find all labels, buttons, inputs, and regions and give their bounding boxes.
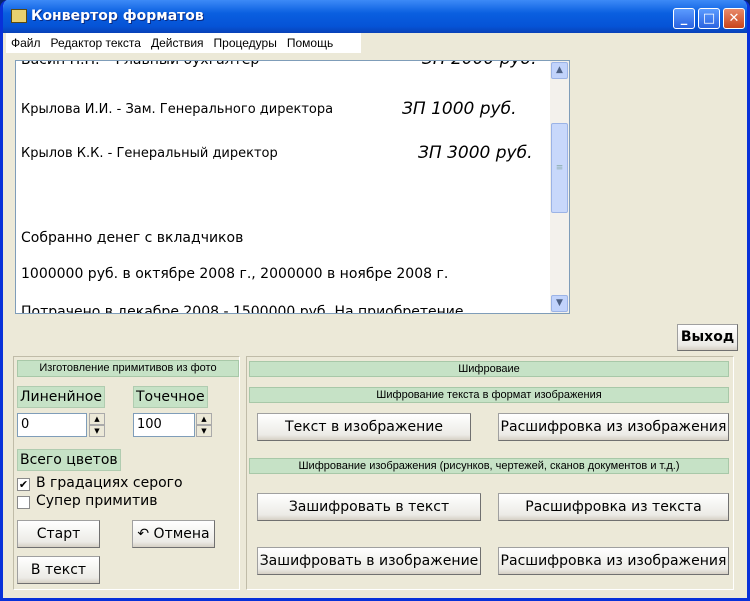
- menu-procedures[interactable]: Процедуры: [209, 36, 282, 50]
- linear-input[interactable]: 0: [17, 413, 87, 437]
- doc-salary: ЗП 2000 руб.: [422, 61, 537, 69]
- exit-button[interactable]: Выход: [677, 324, 738, 351]
- linear-label: Линенйное: [17, 386, 105, 408]
- encryption-header: Шифроваие: [249, 361, 729, 377]
- document-view[interactable]: Васин Н.Н. – Главный бухгалтер ЗП 2000 р…: [15, 60, 570, 314]
- spin-down-icon[interactable]: ▼: [89, 425, 105, 437]
- doc-line: Крылова И.И. - Зам. Генерального директо…: [21, 102, 334, 117]
- text-to-image-button[interactable]: Текст в изображение: [257, 413, 471, 441]
- encode-to-image-button[interactable]: Зашифровать в изображение: [257, 547, 481, 575]
- text-encryption-header: Шифрование текста в формат изображения: [249, 387, 729, 403]
- super-primitive-label: Супер примитив: [36, 493, 158, 509]
- decode-from-text-button[interactable]: Расшифровка из текста: [498, 493, 729, 521]
- point-spinner[interactable]: ▲ ▼: [196, 413, 212, 437]
- menu-file[interactable]: Файл: [6, 36, 46, 50]
- decode-from-image-button[interactable]: Расшифровка из изображения: [498, 413, 729, 441]
- vertical-scrollbar[interactable]: ▲ ≡ ▼: [550, 61, 569, 313]
- app-icon: [11, 9, 27, 23]
- doc-line: Васин Н.Н. – Главный бухгалтер: [21, 60, 260, 68]
- menu-actions[interactable]: Действия: [146, 36, 209, 50]
- spin-down-icon[interactable]: ▼: [196, 425, 212, 437]
- title-bar: Конвертор форматов: [3, 0, 747, 33]
- encode-to-text-button[interactable]: Зашифровать в текст: [257, 493, 481, 521]
- menu-text-editor[interactable]: Редактор текста: [46, 36, 146, 50]
- scroll-down-icon[interactable]: ▼: [551, 295, 568, 312]
- menu-help[interactable]: Помощь: [282, 36, 338, 50]
- doc-line: Крылов К.К. - Генеральный директор: [21, 146, 278, 161]
- grayscale-checkbox[interactable]: ✔: [17, 478, 30, 491]
- doc-paragraph: Потрачено в декабре 2008 - 1500000 руб. …: [21, 304, 464, 314]
- maximize-button[interactable]: □: [698, 8, 720, 29]
- to-text-button[interactable]: В текст: [17, 556, 100, 584]
- point-label: Точечное: [133, 386, 208, 408]
- minimize-button[interactable]: _: [673, 8, 695, 29]
- total-colors-label: Всего цветов: [17, 449, 121, 471]
- menu-bar: Файл Редактор текста Действия Процедуры …: [6, 33, 361, 53]
- grayscale-label: В градациях серого: [36, 475, 183, 491]
- undo-label: Отмена: [153, 526, 210, 542]
- doc-salary: ЗП 1000 руб.: [402, 99, 517, 119]
- spin-up-icon[interactable]: ▲: [196, 413, 212, 425]
- linear-spinner[interactable]: ▲ ▼: [89, 413, 105, 437]
- start-button[interactable]: Старт: [17, 520, 100, 548]
- image-encryption-header: Шифрование изображения (рисунков, чертеж…: [249, 458, 729, 474]
- doc-salary: ЗП 3000 руб.: [418, 143, 533, 163]
- scroll-up-icon[interactable]: ▲: [551, 62, 568, 79]
- super-primitive-checkbox[interactable]: [17, 496, 30, 509]
- undo-button[interactable]: ↶ Отмена: [132, 520, 215, 548]
- decode-from-image-button-2[interactable]: Расшифровка из изображения: [498, 547, 729, 575]
- app-window: Конвертор форматов _ □ ✕ Файл Редактор т…: [0, 0, 750, 601]
- window-title: Конвертор форматов: [31, 8, 204, 24]
- scroll-thumb[interactable]: ≡: [551, 123, 568, 213]
- doc-paragraph: 1000000 руб. в октябре 2008 г., 2000000 …: [21, 266, 449, 282]
- point-input[interactable]: 100: [133, 413, 195, 437]
- doc-paragraph: Собранно денег с вкладчиков: [21, 230, 244, 246]
- spin-up-icon[interactable]: ▲: [89, 413, 105, 425]
- primitives-header: Изготовление примитивов из фото: [17, 360, 239, 377]
- undo-icon: ↶: [137, 526, 154, 542]
- close-button[interactable]: ✕: [723, 8, 745, 29]
